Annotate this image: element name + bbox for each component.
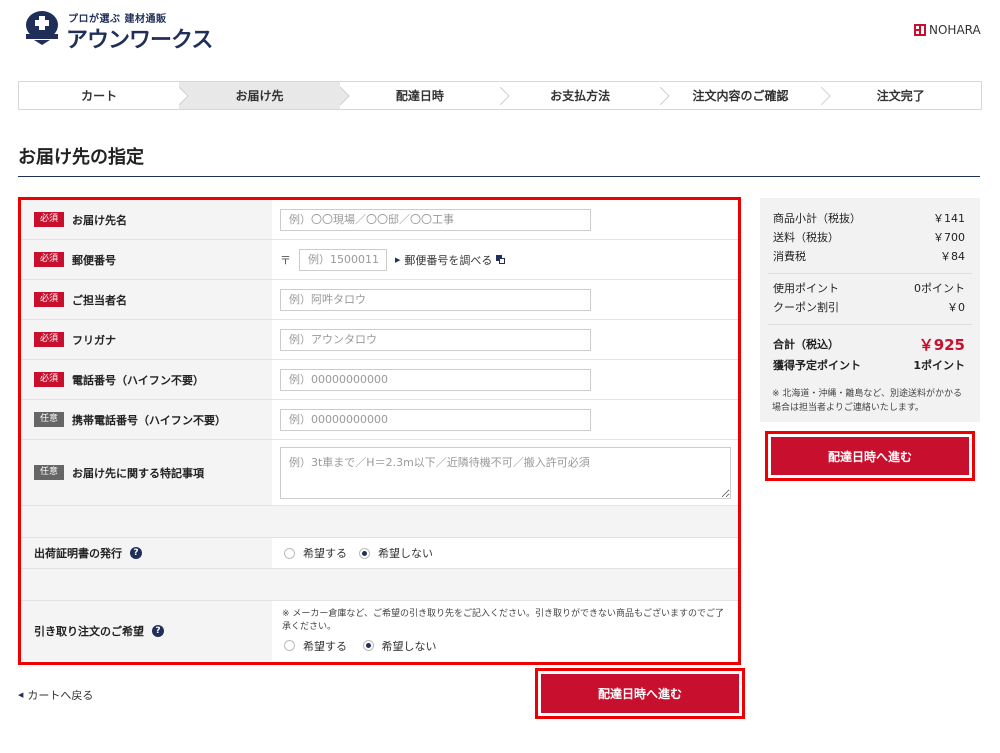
form-row-postal: 必須郵便番号 〒 ▶郵便番号を調べる	[21, 240, 738, 280]
postal-code-input[interactable]	[299, 248, 387, 271]
field-label: 携帯電話番号（ハイフン不要）	[72, 413, 226, 427]
pickup-yes-radio[interactable]: 希望する	[284, 638, 347, 654]
next-delivery-date-button-bottom[interactable]: 配達日時へ進む	[541, 674, 739, 713]
summary-divider	[768, 273, 972, 274]
logo-mascot-icon	[26, 11, 58, 45]
page-title: お届け先の指定	[18, 147, 144, 168]
required-badge: 必須	[34, 252, 64, 267]
field-label: お届け先に関する特記事項	[72, 466, 204, 480]
next-button-highlight-bottom: 配達日時へ進む	[535, 668, 745, 719]
field-label: ご担当者名	[72, 293, 127, 307]
help-icon[interactable]: ?	[130, 547, 142, 559]
field-label: 電話番号（ハイフン不要）	[72, 373, 204, 387]
form-spacer	[21, 569, 738, 601]
furigana-input[interactable]	[280, 328, 591, 351]
triangle-right-icon: ▶	[395, 255, 401, 264]
field-label: 出荷証明書の発行	[34, 547, 122, 560]
shipping-cert-yes-radio[interactable]: 希望する	[284, 545, 347, 561]
tax-value: ￥84	[940, 250, 965, 263]
title-divider	[18, 176, 980, 177]
field-label: フリガナ	[72, 333, 116, 347]
postal-lookup-link[interactable]: ▶ 郵便番号を調べる	[395, 252, 506, 268]
postal-mark: 〒	[280, 253, 291, 267]
logo-text[interactable]: アウンワークス	[66, 22, 213, 54]
coupon-value: ￥0	[947, 301, 965, 314]
coupon-label: クーポン割引	[773, 301, 839, 314]
next-delivery-date-button[interactable]: 配達日時へ進む	[771, 437, 969, 475]
form-row-phone: 必須 電話番号（ハイフン不要）	[21, 360, 738, 400]
summary-divider	[768, 324, 972, 325]
form-spacer	[21, 506, 738, 538]
total-label: 合計（税込）	[773, 338, 839, 351]
optional-badge: 任意	[34, 412, 64, 427]
recipient-input[interactable]	[280, 208, 591, 231]
nohara-mark-icon	[914, 24, 926, 36]
form-row-mobile: 任意 携帯電話番号（ハイフン不要）	[21, 400, 738, 440]
step-delivery-address: お届け先	[179, 82, 340, 109]
required-badge: 必須	[34, 212, 64, 227]
step-confirm: 注文内容のご確認	[660, 82, 820, 109]
help-icon[interactable]: ?	[152, 625, 164, 637]
shipping-label: 送料（税抜）	[773, 231, 839, 244]
mobile-input[interactable]	[280, 408, 591, 431]
partner-logo[interactable]: NOHARA	[914, 23, 981, 37]
required-badge: 必須	[34, 292, 64, 307]
form-row-pickup: 引き取り注文のご希望? ※ メーカー倉庫など、ご希望の引き取り先をご記入ください…	[21, 601, 738, 661]
earned-points-value: 1ポイント	[913, 359, 965, 372]
order-summary: 商品小計（税抜） ￥141 送料（税抜） ￥700 消費税 ￥84 使用ポイント 0ポイ…	[760, 198, 980, 422]
step-complete: 注文完了	[876, 89, 925, 103]
partner-name: NOHARA	[929, 23, 981, 37]
form-row-shipping-cert: 出荷証明書の発行? 希望する 希望しない	[21, 538, 738, 569]
points-used-value: 0ポイント	[914, 282, 965, 295]
form-row-contact: 必須 ご担当者名	[21, 280, 738, 320]
checkout-steps: カート お届け先 配達日時 お支払方法 注文内容のご確認 注文完了	[18, 81, 982, 110]
back-to-cart-link[interactable]: ◀ カートへ戻る	[18, 687, 93, 703]
required-badge: 必須	[34, 372, 64, 387]
form-row-furigana: 必須 フリガナ	[21, 320, 738, 360]
field-label: お届け先名	[72, 213, 127, 227]
triangle-left-icon: ◀	[18, 691, 24, 699]
subtotal-value: ￥141	[933, 212, 965, 225]
step-cart: カート	[19, 82, 179, 109]
shipping-note: ※ 北海道・沖縄・離島など、別途送料がかかる場合は担当者よりご連絡いたします。	[772, 389, 962, 413]
tax-label: 消費税	[773, 250, 806, 263]
optional-badge: 任意	[34, 465, 64, 480]
step-delivery-date: 配達日時	[340, 82, 500, 109]
pickup-no-radio[interactable]: 希望しない	[362, 638, 437, 654]
subtotal-label: 商品小計（税抜）	[773, 212, 861, 225]
contact-person-input[interactable]	[280, 288, 591, 311]
external-link-icon	[496, 255, 506, 264]
form-row-notes: 任意 お届け先に関する特記事項	[21, 440, 738, 506]
earned-points-label: 獲得予定ポイント	[773, 359, 861, 372]
delivery-form: 必須お届け先名 必須郵便番号 〒 ▶郵便番号を調べる 必須ご担当者名 必須フリガ…	[18, 197, 741, 665]
points-used-label: 使用ポイント	[773, 282, 839, 295]
phone-input[interactable]	[280, 368, 591, 391]
shipping-cert-no-radio[interactable]: 希望しない	[359, 545, 433, 561]
notes-textarea[interactable]	[280, 446, 731, 499]
next-button-highlight: 配達日時へ進む	[765, 431, 975, 481]
required-badge: 必須	[34, 332, 64, 347]
pickup-note: ※ メーカー倉庫など、ご希望の引き取り先をご記入ください。引き取りができない商品…	[282, 608, 724, 632]
form-row-recipient: 必須 お届け先名	[21, 200, 738, 240]
field-label: 引き取り注文のご希望	[34, 625, 144, 638]
total-value: ￥925	[918, 335, 965, 354]
field-label: 郵便番号	[72, 253, 116, 267]
shipping-value: ￥700	[933, 231, 965, 244]
step-payment: お支払方法	[500, 82, 660, 109]
